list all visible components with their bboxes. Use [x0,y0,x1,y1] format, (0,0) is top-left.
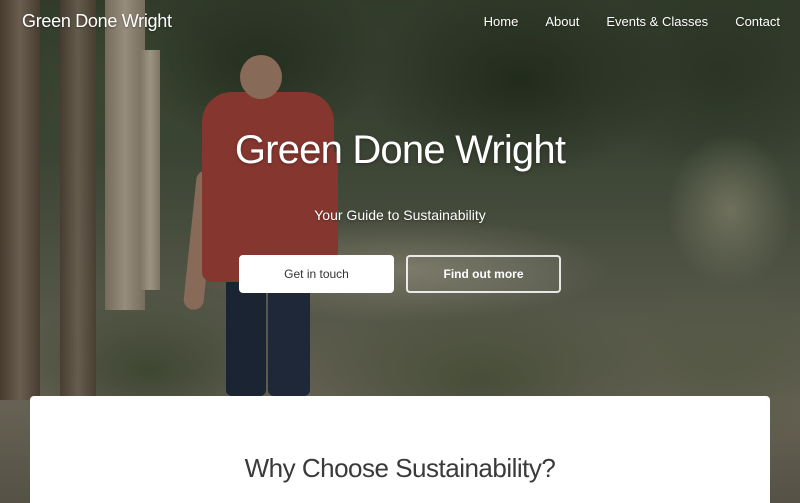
main-nav: Home About Events & Classes Contact [457,14,780,29]
content-card: Why Choose Sustainability? [30,396,770,503]
hero-title: Green Done Wright [234,128,566,172]
brand-logo-link[interactable]: Green Done Wright [22,11,172,32]
nav-home[interactable]: Home [484,14,519,29]
get-in-touch-button[interactable]: Get in touch [239,255,394,293]
nav-contact[interactable]: Contact [735,14,780,29]
find-out-more-button[interactable]: Find out more [406,255,561,293]
nav-events-classes[interactable]: Events & Classes [606,14,708,29]
section-title: Why Choose Sustainability? [244,453,556,483]
hero-subtitle: Your Guide to Sustainability [314,207,486,223]
nav-about[interactable]: About [545,14,579,29]
hero-section: Green Done Wright Home About Events & Cl… [0,0,800,503]
